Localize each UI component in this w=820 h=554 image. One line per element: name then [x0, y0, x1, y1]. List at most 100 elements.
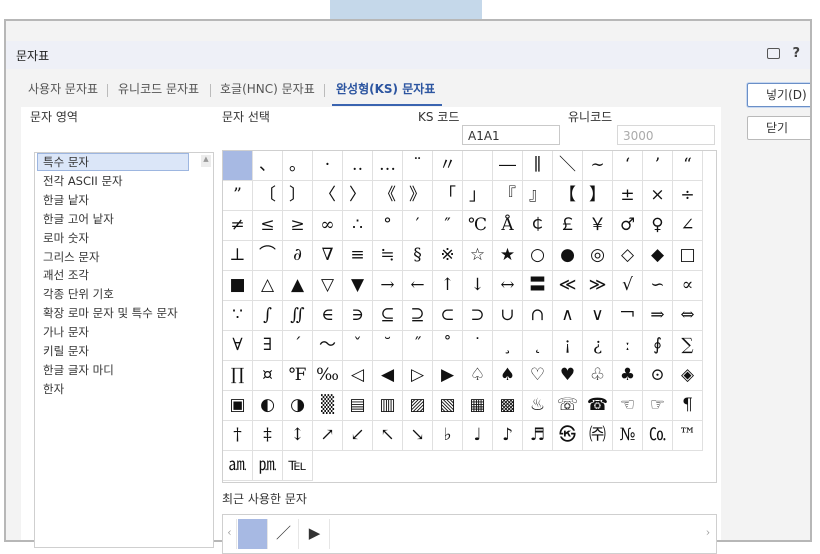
char-cell[interactable]: №: [613, 421, 643, 451]
list-item[interactable]: 한글 글자 마디: [43, 362, 114, 378]
char-cell[interactable]: ∝: [673, 271, 703, 301]
char-cell[interactable]: ¸: [493, 331, 523, 361]
char-cell[interactable]: ∬: [283, 301, 313, 331]
char-cell[interactable]: “: [673, 151, 703, 181]
char-cell[interactable]: ♣: [613, 361, 643, 391]
char-cell[interactable]: ￠: [523, 211, 553, 241]
char-cell[interactable]: △: [253, 271, 283, 301]
char-cell[interactable]: ∴: [343, 211, 373, 241]
char-cell[interactable]: ○: [523, 241, 553, 271]
char-cell[interactable]: →: [373, 271, 403, 301]
char-cell[interactable]: ˛: [523, 331, 553, 361]
insert-button[interactable]: 넣기(D): [747, 83, 810, 107]
help-button[interactable]: ?: [792, 46, 800, 61]
char-cell[interactable]: ∑: [673, 331, 703, 361]
char-cell[interactable]: ♭: [433, 421, 463, 451]
recent-char-cell[interactable]: ▶: [300, 519, 330, 549]
char-cell[interactable]: ×: [643, 181, 673, 211]
char-cell[interactable]: ‡: [253, 421, 283, 451]
char-cell[interactable]: ▲: [283, 271, 313, 301]
char-cell[interactable]: ≒: [373, 241, 403, 271]
char-cell[interactable]: ·: [313, 151, 343, 181]
char-cell[interactable]: ∨: [583, 301, 613, 331]
char-cell[interactable]: ▥: [373, 391, 403, 421]
char-cell[interactable]: ∋: [343, 301, 373, 331]
char-cell[interactable]: ↑: [433, 271, 463, 301]
char-cell[interactable]: ↓: [463, 271, 493, 301]
char-cell[interactable]: 、: [253, 151, 283, 181]
char-cell[interactable]: ˝: [403, 331, 433, 361]
ks-code-field[interactable]: A1A1: [462, 125, 560, 145]
char-cell[interactable]: ∠: [673, 211, 703, 241]
char-cell[interactable]: ⊇: [403, 301, 433, 331]
char-cell[interactable]: ∪: [493, 301, 523, 331]
char-cell[interactable]: ▣: [223, 391, 253, 421]
char-cell[interactable]: ♥: [553, 361, 583, 391]
char-cell[interactable]: ˚: [433, 331, 463, 361]
char-cell[interactable]: ↔: [493, 271, 523, 301]
char-cell[interactable]: ◑: [283, 391, 313, 421]
char-cell[interactable]: ◆: [643, 241, 673, 271]
char-cell[interactable]: ‥: [343, 151, 373, 181]
char-cell[interactable]: ￥: [583, 211, 613, 241]
list-item[interactable]: 확장 로마 문자 및 특수 문자: [43, 305, 178, 321]
char-cell[interactable]: ≫: [583, 271, 613, 301]
char-cell[interactable]: ㈜: [583, 421, 613, 451]
char-cell[interactable]: ­: [463, 151, 493, 181]
recent-scroll-right-icon[interactable]: ›: [701, 519, 715, 549]
recent-char-cell[interactable]: ／: [269, 519, 299, 549]
char-cell[interactable]: ≤: [253, 211, 283, 241]
char-cell[interactable]: ¶: [673, 391, 703, 421]
char-cell[interactable]: ▧: [433, 391, 463, 421]
char-cell[interactable]: ◇: [613, 241, 643, 271]
char-cell[interactable]: ™: [673, 421, 703, 451]
list-item[interactable]: 로마 숫자: [43, 230, 89, 246]
char-cell[interactable]: ▩: [493, 391, 523, 421]
char-cell[interactable]: ˇ: [343, 331, 373, 361]
char-cell[interactable]: ∀: [223, 331, 253, 361]
char-cell[interactable]: 〈: [313, 181, 343, 211]
char-cell[interactable]: ☎: [583, 391, 613, 421]
char-cell[interactable]: ㏇: [643, 421, 673, 451]
list-item[interactable]: 특수 문자: [37, 153, 189, 171]
char-cell[interactable]: ”: [223, 181, 253, 211]
char-cell[interactable]: □: [673, 241, 703, 271]
char-cell[interactable]: ː: [613, 331, 643, 361]
tab-hnc-charmap[interactable]: 호글(HNC) 문자표: [220, 80, 315, 97]
char-cell[interactable]: ↙: [343, 421, 373, 451]
char-cell[interactable]: ▦: [463, 391, 493, 421]
char-cell[interactable]: ∃: [253, 331, 283, 361]
char-cell[interactable]: 】: [583, 181, 613, 211]
char-cell[interactable]: ‘: [613, 151, 643, 181]
char-cell[interactable]: 〕: [283, 181, 313, 211]
char-cell[interactable]: ∂: [283, 241, 313, 271]
char-cell[interactable]: ▒: [313, 391, 343, 421]
char-cell[interactable]: ㏘: [253, 451, 283, 481]
char-cell[interactable]: ♡: [523, 361, 553, 391]
char-cell[interactable]: ∮: [643, 331, 673, 361]
list-item[interactable]: 가나 문자: [43, 324, 89, 340]
char-cell[interactable]: ▽: [313, 271, 343, 301]
char-cell[interactable]: ◐: [253, 391, 283, 421]
char-cell[interactable]: ´: [283, 331, 313, 361]
char-cell[interactable]: ←: [403, 271, 433, 301]
char-cell[interactable]: ¿: [583, 331, 613, 361]
char-cell[interactable]: ▶: [433, 361, 463, 391]
char-cell[interactable]: 《: [373, 181, 403, 211]
char-cell[interactable]: ☜: [613, 391, 643, 421]
char-cell[interactable]: ∥: [523, 151, 553, 181]
char-cell[interactable]: ㏂: [223, 451, 253, 481]
char-cell[interactable]: ⊙: [643, 361, 673, 391]
char-cell[interactable]: ∼: [583, 151, 613, 181]
char-cell[interactable]: ¨: [403, 151, 433, 181]
char-cell[interactable]: ◈: [673, 361, 703, 391]
char-cell[interactable]: ☞: [643, 391, 673, 421]
char-cell[interactable]: ●: [553, 241, 583, 271]
unicode-field[interactable]: 3000: [617, 125, 715, 145]
char-cell[interactable]: ≥: [283, 211, 313, 241]
char-cell[interactable]: ≡: [343, 241, 373, 271]
char-cell[interactable]: 【: [553, 181, 583, 211]
char-cell[interactable]: ″: [433, 211, 463, 241]
char-cell[interactable]: ↗: [313, 421, 343, 451]
chat-icon[interactable]: [767, 48, 780, 59]
